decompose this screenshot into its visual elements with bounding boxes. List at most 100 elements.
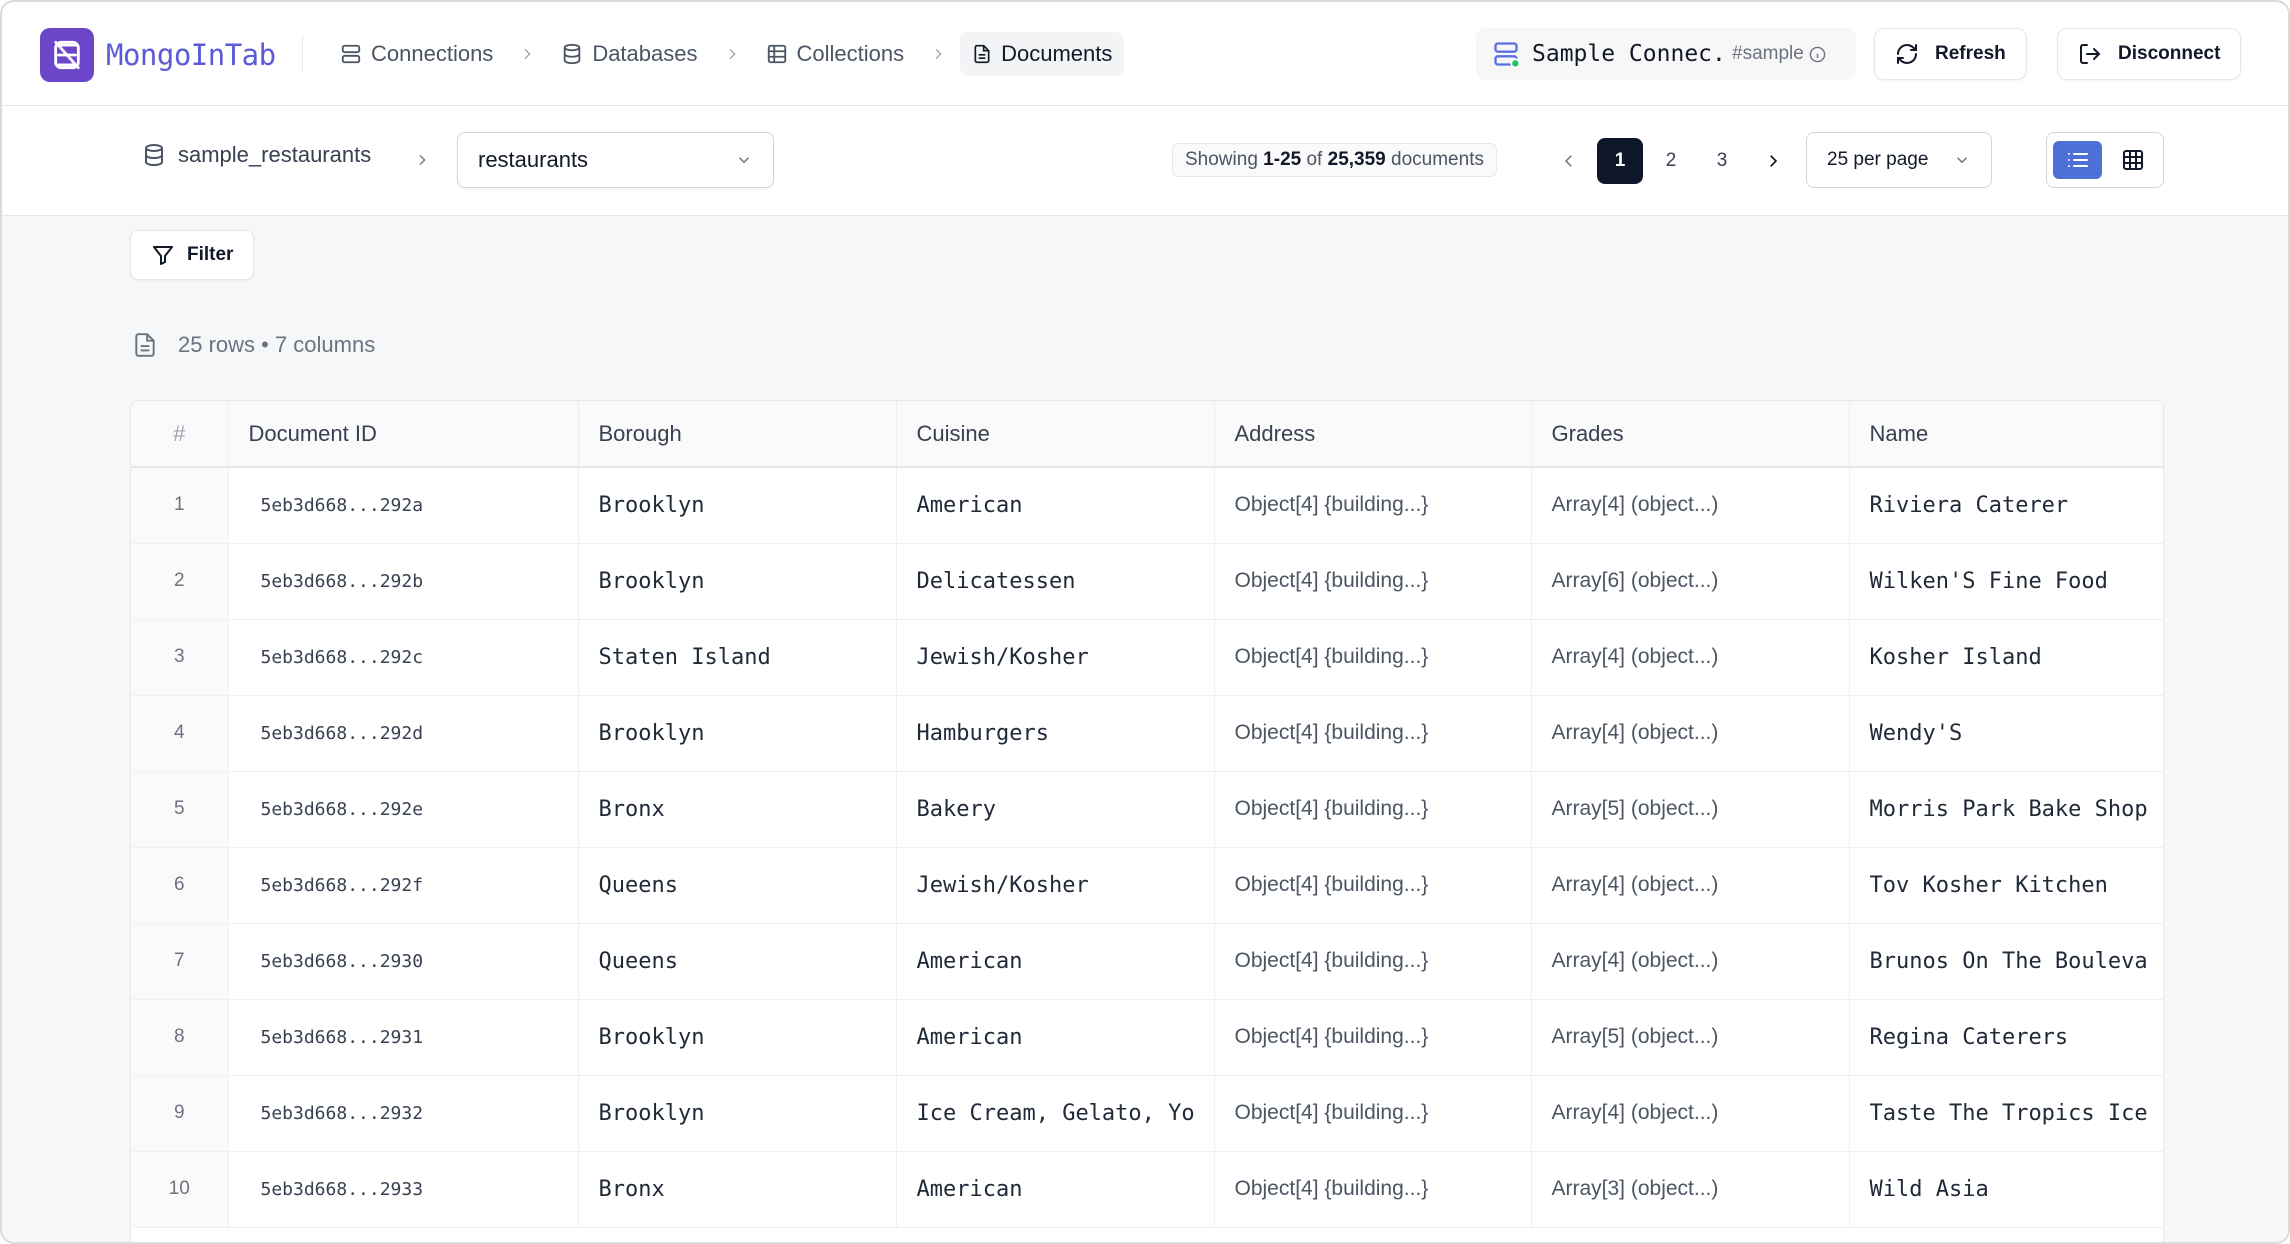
cell-address[interactable]: Object[4] {building...} [1214, 999, 1532, 1076]
cell-address[interactable]: Object[4] {building...} [1214, 847, 1532, 924]
column-header-borough[interactable]: Borough [578, 401, 897, 468]
table-row[interactable]: 8 5eb3d668...2931 Brooklyn American Object[4… [131, 999, 2163, 1076]
cell-document-id[interactable]: 5eb3d668...292c [228, 619, 579, 696]
table-row[interactable]: 6 5eb3d668...292f Queens Jewish/Kosher Objec… [131, 847, 2163, 924]
cell-name[interactable]: Riviera Caterer [1849, 467, 2163, 544]
cell-grades[interactable]: Array[5] (object...) [1531, 771, 1850, 848]
cell-grades[interactable]: Array[4] (object...) [1531, 467, 1850, 544]
page-button-2[interactable]: 2 [1648, 138, 1694, 184]
page-button-3[interactable]: 3 [1699, 138, 1745, 184]
cell-grades[interactable]: Array[4] (object...) [1531, 1075, 1850, 1152]
cell-borough[interactable]: Brooklyn [578, 467, 897, 544]
disconnect-button[interactable]: Disconnect [2057, 28, 2242, 80]
cell-document-id[interactable]: 5eb3d668...292e [228, 771, 579, 848]
page-button-1[interactable]: 1 [1597, 138, 1643, 184]
cell-grades[interactable]: Array[4] (object...) [1531, 695, 1850, 772]
documents-toolbar: sample_restaurants restaurants Showing 1… [2, 106, 2288, 216]
cell-document-id[interactable]: 5eb3d668...2930 [228, 923, 579, 1000]
cell-address[interactable]: Object[4] {building...} [1214, 467, 1532, 544]
info-icon[interactable] [1809, 46, 1826, 63]
connection-indicator[interactable]: Sample Connec... #sample [1476, 28, 1856, 80]
cell-document-id[interactable]: 5eb3d668...2931 [228, 999, 579, 1076]
cell-address[interactable]: Object[4] {building...} [1214, 771, 1532, 848]
cell-cuisine[interactable]: American [896, 999, 1215, 1076]
breadcrumb-collections[interactable]: Collections [754, 32, 917, 76]
cell-grades[interactable]: Array[6] (object...) [1531, 543, 1850, 620]
cell-cuisine[interactable]: Bakery [896, 771, 1215, 848]
cell-cuisine[interactable]: American [896, 923, 1215, 1000]
cell-cuisine[interactable]: Delicatessen [896, 543, 1215, 620]
cell-borough[interactable]: Bronx [578, 771, 897, 848]
database-icon [564, 43, 581, 65]
collection-select[interactable]: restaurants [457, 132, 774, 188]
cell-borough[interactable]: Queens [578, 847, 897, 924]
cell-borough[interactable]: Staten Island [578, 619, 897, 696]
cell-cuisine[interactable]: American [896, 1151, 1215, 1228]
breadcrumb-databases[interactable]: Databases [549, 32, 709, 76]
filter-button[interactable]: Filter [130, 230, 255, 280]
table-row[interactable]: 4 5eb3d668...292d Brooklyn Hamburgers Object… [131, 695, 2163, 772]
column-header-address[interactable]: Address [1214, 401, 1532, 468]
cell-address[interactable]: Object[4] {building...} [1214, 923, 1532, 1000]
cell-borough[interactable]: Brooklyn [578, 695, 897, 772]
per-page-select[interactable]: 25 per page [1806, 132, 1992, 188]
cell-borough[interactable]: Queens [578, 923, 897, 1000]
database-crumb[interactable]: sample_restaurants [142, 142, 371, 168]
cell-cuisine[interactable]: Ice Cream, Gelato, Yo [896, 1075, 1215, 1152]
table-row[interactable]: 7 5eb3d668...2930 Queens American Object[4] … [131, 923, 2163, 1000]
cell-address[interactable]: Object[4] {building...} [1214, 1151, 1532, 1228]
cell-address[interactable]: Object[4] {building...} [1214, 1075, 1532, 1152]
cell-grades[interactable]: Array[4] (object...) [1531, 619, 1850, 696]
cell-name[interactable]: Wendy'S [1849, 695, 2163, 772]
cell-cuisine[interactable]: Jewish/Kosher [896, 619, 1215, 696]
cell-document-id[interactable]: 5eb3d668...292f [228, 847, 579, 924]
column-header-cuisine[interactable]: Cuisine [896, 401, 1215, 468]
cell-borough[interactable]: Brooklyn [578, 543, 897, 620]
column-header-name[interactable]: Name [1849, 401, 2163, 468]
prev-page-button[interactable] [1546, 138, 1592, 184]
breadcrumb-label: Documents [1001, 41, 1113, 66]
cell-name[interactable]: Wild Asia [1849, 1151, 2163, 1228]
cell-cuisine[interactable]: Jewish/Kosher [896, 847, 1215, 924]
table-row[interactable]: 9 5eb3d668...2932 Brooklyn Ice Cream, Gelat… [131, 1075, 2163, 1152]
column-header-document-id[interactable]: Document ID [228, 401, 579, 468]
cell-name[interactable]: Morris Park Bake Shop [1849, 771, 2163, 848]
cell-name[interactable]: Regina Caterers [1849, 999, 2163, 1076]
cell-cuisine[interactable]: American [896, 467, 1215, 544]
app-logo[interactable]: MongoInTab [40, 28, 276, 82]
table-row[interactable]: 1 5eb3d668...292a Brooklyn American Object[4… [131, 467, 2163, 544]
table-row[interactable]: 10 5eb3d668...2933 Bronx American Object[4] … [131, 1151, 2163, 1228]
cell-document-id[interactable]: 5eb3d668...292a [228, 467, 579, 544]
cell-name[interactable]: Taste The Tropics Ice [1849, 1075, 2163, 1152]
cell-grades[interactable]: Array[4] (object...) [1531, 847, 1850, 924]
cell-document-id[interactable]: 5eb3d668...292d [228, 695, 579, 772]
cell-cuisine[interactable]: Hamburgers [896, 695, 1215, 772]
cell-borough[interactable]: Brooklyn [578, 999, 897, 1076]
cell-name[interactable]: Tov Kosher Kitchen [1849, 847, 2163, 924]
list-view-button[interactable] [2053, 141, 2102, 179]
cell-grades[interactable]: Array[4] (object...) [1531, 923, 1850, 1000]
cell-name[interactable]: Wilken'S Fine Food [1849, 543, 2163, 620]
refresh-button[interactable]: Refresh [1874, 28, 2027, 80]
cell-name[interactable]: Kosher Island [1849, 619, 2163, 696]
breadcrumb-documents[interactable]: Documents [960, 32, 1125, 76]
breadcrumb-connections[interactable]: Connections [328, 32, 505, 76]
table-row[interactable]: 2 5eb3d668...292b Brooklyn Delicatessen Obje… [131, 543, 2163, 620]
cell-borough[interactable]: Bronx [578, 1151, 897, 1228]
cell-address[interactable]: Object[4] {building...} [1214, 543, 1532, 620]
cell-grades[interactable]: Array[5] (object...) [1531, 999, 1850, 1076]
cell-grades[interactable]: Array[3] (object...) [1531, 1151, 1850, 1228]
cell-borough[interactable]: Brooklyn [578, 1075, 897, 1152]
column-header-index[interactable]: # [131, 401, 229, 468]
cell-document-id[interactable]: 5eb3d668...292b [228, 543, 579, 620]
table-row[interactable]: 5 5eb3d668...292e Bronx Bakery Object[4] {bu… [131, 771, 2163, 848]
next-page-button[interactable] [1750, 138, 1796, 184]
cell-document-id[interactable]: 5eb3d668...2933 [228, 1151, 579, 1228]
cell-address[interactable]: Object[4] {building...} [1214, 619, 1532, 696]
table-row[interactable]: 3 5eb3d668...292c Staten Island Jewish/Kosh… [131, 619, 2163, 696]
cell-document-id[interactable]: 5eb3d668...2932 [228, 1075, 579, 1152]
cell-address[interactable]: Object[4] {building...} [1214, 695, 1532, 772]
column-header-grades[interactable]: Grades [1531, 401, 1850, 468]
grid-view-button[interactable] [2108, 141, 2157, 179]
cell-name[interactable]: Brunos On The Bouleva [1849, 923, 2163, 1000]
